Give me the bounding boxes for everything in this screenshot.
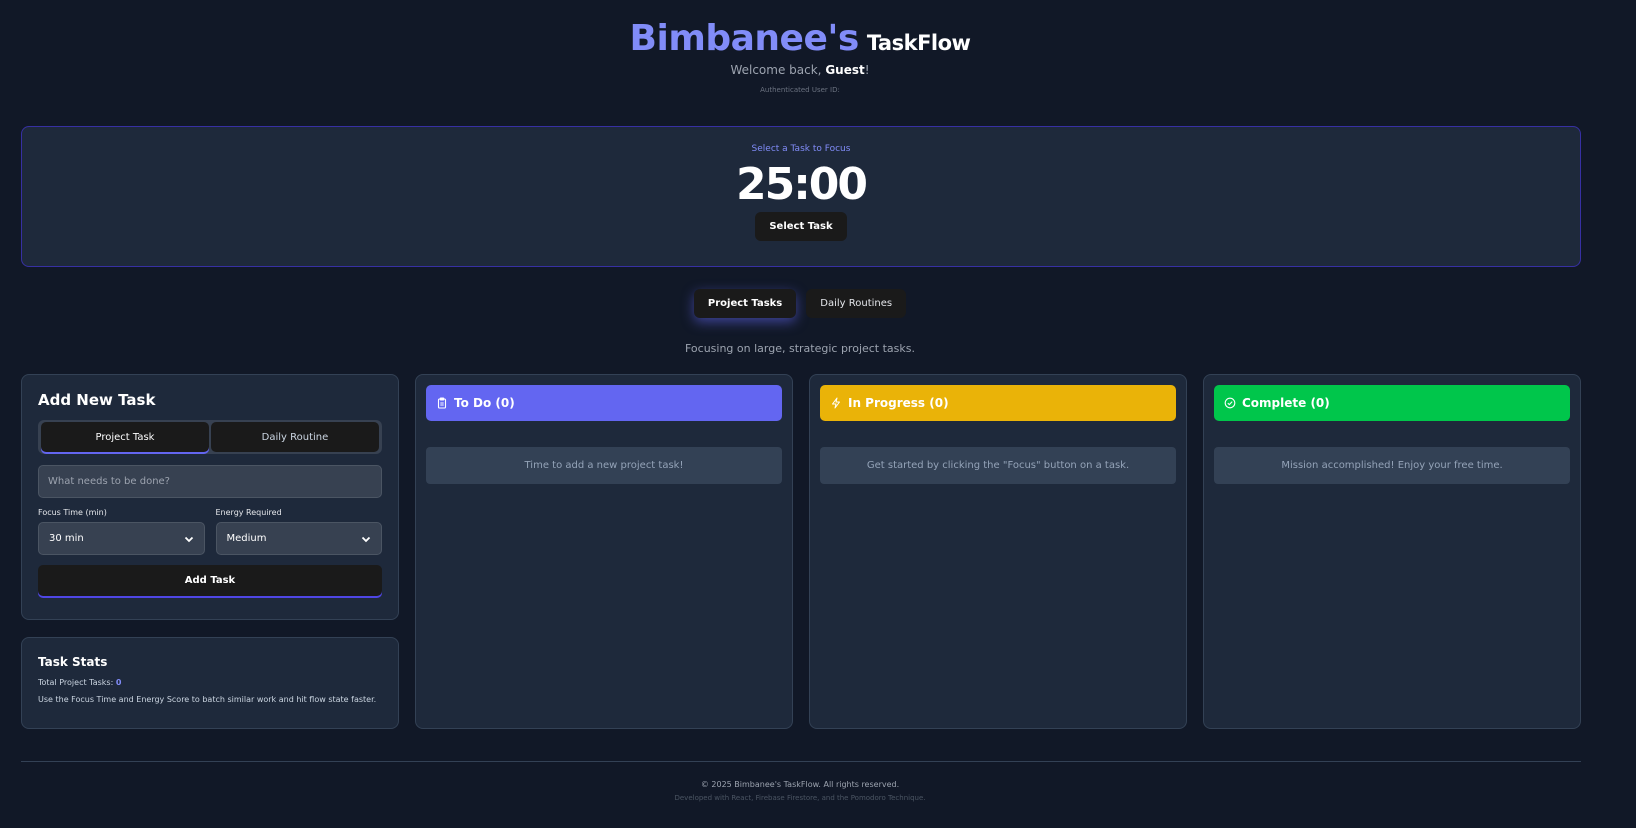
auth-user-id: Authenticated User ID: [760, 86, 840, 94]
add-task-title: Add New Task [38, 391, 156, 409]
tab-daily-routines[interactable]: Daily Routines [806, 289, 907, 318]
page-footer: © 2025 Bimbanee's TaskFlow. All rights r… [0, 780, 1600, 802]
tab-description: Focusing on large, strategic project tas… [684, 342, 916, 355]
focus-time-select[interactable]: 30 min [38, 522, 205, 555]
task-title-input[interactable] [38, 465, 382, 498]
stats-title: Task Stats [38, 655, 108, 669]
focus-time-field: Focus Time (min) 30 min [38, 508, 205, 555]
column-in-progress: In Progress (0) Get started by clicking … [809, 374, 1187, 729]
task-stats-panel: Task Stats Total Project Tasks: 0 Use th… [21, 637, 399, 729]
focus-time-label: Focus Time (min) [38, 508, 107, 517]
energy-field: Energy Required Medium [215, 508, 382, 555]
stats-total: Total Project Tasks: 0 [38, 678, 382, 687]
select-task-button[interactable]: Select Task [755, 212, 847, 241]
column-header-complete: Complete (0) [1214, 385, 1570, 421]
user-name: Guest [825, 63, 865, 77]
task-type-toggle: Project Task Daily Routine [38, 420, 382, 454]
focus-timer-card: Select a Task to Focus 25:00 Select Task [21, 126, 1581, 267]
tab-project-tasks[interactable]: Project Tasks [693, 289, 797, 318]
title-row: Bimbanee's TaskFlow [0, 18, 1600, 59]
column-header-in-progress: In Progress (0) [820, 385, 1176, 421]
brand-name: Bimbanee's [629, 18, 860, 59]
task-options-row: Focus Time (min) 30 min Energy Required … [38, 508, 382, 555]
empty-state-in-progress: Get started by clicking the "Focus" butt… [820, 447, 1176, 484]
developed-with-text: Developed with React, Firebase Firestore… [674, 794, 926, 802]
check-circle-icon [1224, 397, 1236, 409]
welcome-message: Welcome back, Guest! [0, 63, 1600, 77]
view-tabs: Project Tasks Daily Routines [0, 289, 1600, 318]
column-header-todo: To Do (0) [426, 385, 782, 421]
lightning-icon [832, 397, 840, 409]
stats-total-count: 0 [115, 678, 122, 687]
daily-routine-option[interactable]: Daily Routine [211, 422, 379, 452]
app-header: Bimbanee's TaskFlow Welcome back, Guest!… [0, 0, 1600, 94]
chevron-down-icon [361, 536, 371, 542]
empty-state-todo: Time to add a new project task! [426, 447, 782, 484]
column-title-todo: To Do (0) [454, 396, 515, 410]
energy-value: Medium [226, 533, 267, 544]
project-task-option[interactable]: Project Task [41, 422, 209, 452]
add-task-button[interactable]: Add Task [38, 565, 382, 596]
clipboard-icon [437, 397, 447, 409]
energy-label: Energy Required [215, 508, 282, 517]
column-title-complete: Complete (0) [1242, 396, 1330, 410]
timer-display: 25:00 [735, 159, 868, 210]
empty-state-complete: Mission accomplished! Enjoy your free ti… [1214, 447, 1570, 484]
app-name: TaskFlow [866, 31, 971, 55]
energy-select[interactable]: Medium [215, 522, 382, 555]
focus-label: Select a Task to Focus [751, 144, 851, 154]
focus-time-value: 30 min [49, 533, 84, 544]
column-complete: Complete (0) Mission accomplished! Enjoy… [1203, 374, 1581, 729]
copyright-text: © 2025 Bimbanee's TaskFlow. All rights r… [700, 780, 900, 789]
add-task-panel: Add New Task Project Task Daily Routine … [21, 374, 399, 620]
footer-divider [21, 761, 1581, 762]
welcome-prefix: Welcome back, [730, 63, 826, 77]
welcome-suffix: ! [864, 63, 870, 77]
chevron-down-icon [184, 536, 193, 542]
stats-total-label: Total Project Tasks: [38, 678, 116, 687]
column-title-in-progress: In Progress (0) [848, 396, 949, 410]
stats-tip: Use the Focus Time and Energy Score to b… [38, 695, 377, 704]
column-todo: To Do (0) Time to add a new project task… [415, 374, 793, 729]
